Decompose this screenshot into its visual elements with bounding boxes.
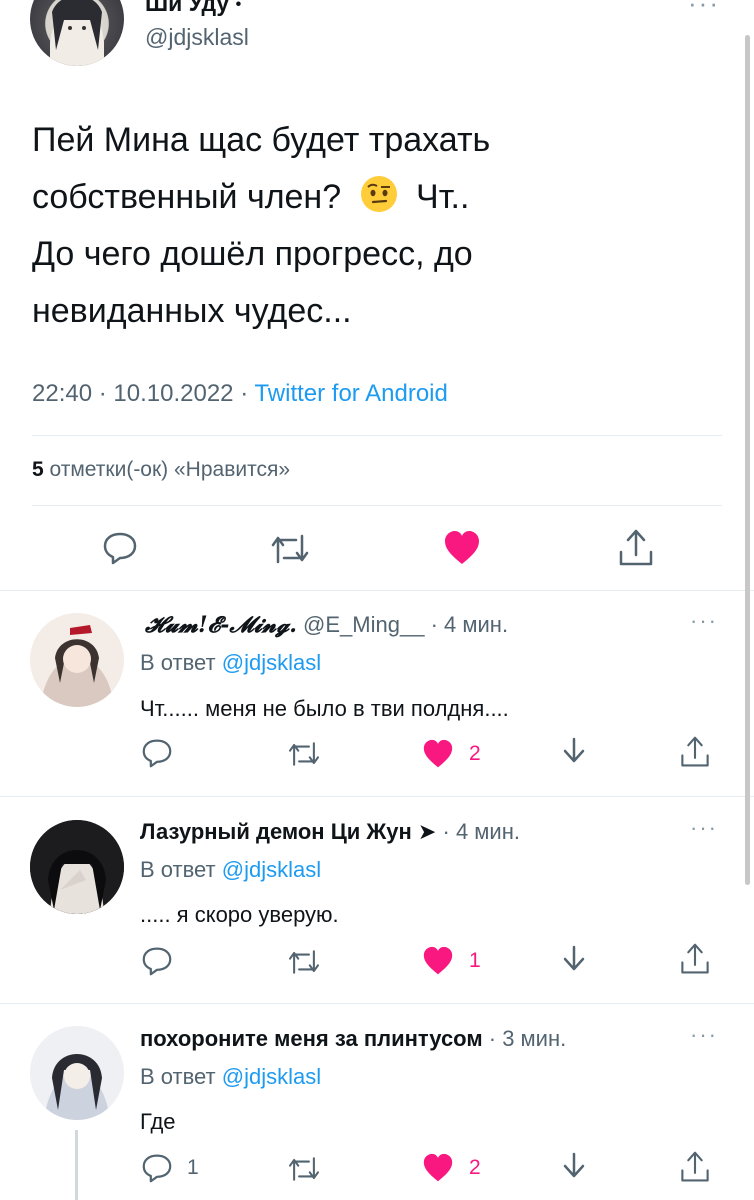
reply-avatar-art <box>30 820 124 914</box>
tweet-text-line: До чего дошёл прогресс, до <box>32 235 473 273</box>
heart-icon[interactable] <box>422 739 454 769</box>
divider <box>0 796 754 797</box>
author-name-text: Ши Уду <box>145 0 230 16</box>
separator: · <box>98 380 107 407</box>
reply-time[interactable]: 4 мин. <box>444 612 508 637</box>
author-handle[interactable]: @jdjsklasl <box>145 24 249 51</box>
tweet-text-line: собственный член? Чт.. <box>32 169 490 226</box>
reply-author-name[interactable]: 𝓗𝓾𝓶!𝓔-𝓜𝓲𝓷𝓰. <box>145 612 297 638</box>
author-avatar-art <box>50 0 104 66</box>
heart-icon[interactable] <box>422 1153 454 1183</box>
share-icon[interactable] <box>679 1150 711 1184</box>
reply-header: 𝓗𝓾𝓶!𝓔-𝓜𝓲𝓷𝓰. @E_Ming__ · 4 мин. <box>145 612 508 638</box>
tweet-client-link[interactable]: Twitter for Android <box>254 380 447 407</box>
divider <box>0 590 754 591</box>
bookmark-icon[interactable] <box>559 1150 589 1182</box>
reply-more-icon[interactable]: ··· <box>690 608 718 634</box>
reply-icon[interactable] <box>141 1153 173 1183</box>
tweet-text-segment: Чт.. <box>416 178 470 216</box>
reply-more-icon[interactable]: ··· <box>690 815 718 841</box>
reply-to-line: В ответ @jdjsklasl <box>140 857 321 883</box>
reply-time[interactable]: 4 мин. <box>456 819 520 844</box>
retweet-icon[interactable] <box>287 1155 321 1183</box>
reply-more-icon[interactable]: ··· <box>690 1022 718 1048</box>
divider <box>32 505 722 506</box>
reply-text: Где <box>140 1109 176 1134</box>
reply-count: 1 <box>187 1156 199 1179</box>
tweet-text: Пей Мина щас будет трахать собственный ч… <box>32 112 490 340</box>
author-name[interactable]: Ши Уду • <box>145 0 241 17</box>
separator: · <box>430 612 438 637</box>
tweet-text-line: Пей Мина щас будет трахать <box>32 121 491 159</box>
like-count: 2 <box>469 742 481 765</box>
tweet-text-line: невиданных чудес... <box>32 292 352 330</box>
tweet-text-segment: собственный член? <box>32 178 342 216</box>
like-count: 1 <box>469 949 481 972</box>
reply-avatar-art <box>30 1026 124 1120</box>
reply-to-link[interactable]: @jdjsklasl <box>222 1064 321 1089</box>
share-icon[interactable] <box>679 735 711 769</box>
reply-to-link[interactable]: @jdjsklasl <box>222 857 321 882</box>
retweet-icon[interactable] <box>287 948 321 976</box>
divider <box>0 1003 754 1004</box>
bookmark-icon[interactable] <box>559 943 589 975</box>
retweet-icon[interactable] <box>287 740 321 768</box>
scrollbar[interactable] <box>745 35 750 885</box>
likes-count: 5 <box>32 458 44 481</box>
divider <box>32 435 722 436</box>
separator: · <box>488 1026 497 1051</box>
share-icon[interactable] <box>617 528 655 568</box>
raised-eyebrow-emoji-icon <box>359 174 399 214</box>
reply-text: Чт...... меня не было в тви полдня.... <box>140 696 509 721</box>
reply-author-name[interactable]: Лазурный демон Ци Жун ➤ <box>140 819 436 844</box>
reply-to-line: В ответ @jdjsklasl <box>140 650 321 676</box>
reply-icon[interactable] <box>141 738 173 768</box>
reply-icon[interactable] <box>102 531 138 565</box>
share-icon[interactable] <box>679 942 711 976</box>
tweet-more-icon[interactable]: ··· <box>688 0 720 19</box>
reply-handle[interactable]: @E_Ming__ <box>303 612 424 637</box>
thread-connector-line <box>75 1130 78 1200</box>
reply-text: ..... я скоро уверую. <box>140 902 339 927</box>
reply-author-name[interactable]: похороните меня за плинтусом <box>140 1026 483 1051</box>
bookmark-icon[interactable] <box>559 735 589 767</box>
like-count: 2 <box>469 1156 481 1179</box>
reply-avatar-art <box>40 625 114 707</box>
heart-icon[interactable] <box>443 530 481 566</box>
reply-to-prefix: В ответ <box>140 857 216 882</box>
reply-to-prefix: В ответ <box>140 1064 216 1089</box>
separator: · <box>240 380 249 407</box>
reply-to-line: В ответ @jdjsklasl <box>140 1064 321 1090</box>
reply-to-prefix: В ответ <box>140 650 216 675</box>
reply-avatar[interactable] <box>30 613 124 707</box>
reply-time[interactable]: 3 мин. <box>502 1026 566 1051</box>
separator: · <box>442 819 450 844</box>
reply-header: Лазурный демон Ци Жун ➤ · 4 мин. <box>140 819 520 845</box>
reply-avatar[interactable] <box>30 820 124 914</box>
author-avatar[interactable] <box>30 0 124 66</box>
reply-avatar[interactable] <box>30 1026 124 1120</box>
author-dot: • <box>235 0 242 13</box>
reply-to-link[interactable]: @jdjsklasl <box>222 650 321 675</box>
heart-icon[interactable] <box>422 946 454 976</box>
reply-header: похороните меня за плинтусом · 3 мин. <box>140 1026 566 1052</box>
retweet-icon[interactable] <box>270 532 310 566</box>
tweet-date: 10.10.2022 <box>113 380 234 407</box>
likes-summary[interactable]: 5 отметки(-ок) «Нравится» <box>32 458 290 482</box>
reply-icon[interactable] <box>141 946 173 976</box>
likes-label: отметки(-ок) «Нравится» <box>49 458 291 481</box>
tweet-timestamp: 22:40 · 10.10.2022 · Twitter for Android <box>32 380 448 408</box>
tweet-time: 22:40 <box>32 380 93 407</box>
